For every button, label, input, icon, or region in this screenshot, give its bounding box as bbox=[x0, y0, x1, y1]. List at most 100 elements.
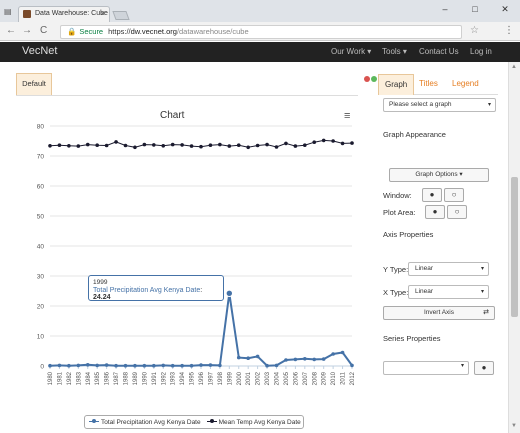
maximize-button[interactable]: □ bbox=[460, 0, 490, 18]
series-point-0 bbox=[180, 363, 184, 368]
swap-icon: ⇄ bbox=[483, 309, 489, 316]
x-type-select[interactable]: Linear ▾ bbox=[408, 285, 489, 299]
bookmark-star-icon[interactable]: ☆ bbox=[470, 25, 479, 36]
tooltip-separator: : bbox=[200, 287, 203, 294]
panel-toggle-icons[interactable] bbox=[364, 76, 377, 82]
x-tick-label: 2010 bbox=[331, 371, 337, 385]
plot-area-color-empty-button[interactable]: ○ bbox=[447, 205, 467, 219]
series-select[interactable]: ▾ bbox=[383, 361, 469, 375]
graph-options-button[interactable]: Graph Options ▾ bbox=[389, 168, 489, 182]
x-tick-label: 1985 bbox=[95, 371, 101, 385]
x-tick-label: 1983 bbox=[76, 371, 82, 385]
series-point-1 bbox=[265, 142, 269, 147]
x-tick-label: 1997 bbox=[208, 371, 214, 385]
scrollbar-thumb[interactable] bbox=[511, 177, 518, 317]
series-point-1 bbox=[123, 143, 128, 148]
series-point-1 bbox=[246, 145, 250, 150]
site-navbar: VecNet Our Work ▾ Tools ▾ Contact Us Log… bbox=[0, 42, 520, 62]
series-point-1 bbox=[274, 145, 279, 149]
chevron-down-icon: ▾ bbox=[460, 363, 464, 369]
tab-titles[interactable]: Titles bbox=[413, 74, 444, 95]
axis-properties-heading: Axis Properties bbox=[383, 230, 434, 239]
x-tick-label: 1982 bbox=[67, 371, 73, 385]
back-button[interactable]: ← bbox=[6, 25, 16, 37]
scroll-up-icon[interactable]: ▲ bbox=[511, 64, 517, 70]
nav-log-in[interactable]: Log in bbox=[470, 47, 492, 56]
series-color-button[interactable]: ● bbox=[474, 361, 494, 375]
graph-select[interactable]: Please select a graph ▾ bbox=[383, 98, 496, 112]
y-tick-label: 80 bbox=[37, 124, 45, 131]
favicon-icon bbox=[23, 10, 31, 18]
nav-our-work[interactable]: Our Work ▾ bbox=[331, 47, 371, 56]
x-tick-label: 1993 bbox=[171, 371, 177, 385]
series-point-1 bbox=[170, 142, 175, 147]
y-type-label: Y Type: bbox=[383, 265, 409, 274]
browser-tab[interactable]: Data Warehouse: Cube × bbox=[18, 6, 110, 22]
window-icon: ▤ bbox=[4, 7, 12, 16]
url-path: /datawarehouse/cube bbox=[176, 27, 249, 36]
series-point-1 bbox=[180, 143, 184, 147]
series-point-0 bbox=[133, 363, 137, 368]
y-tick-label: 70 bbox=[37, 154, 45, 161]
secure-label: Secure bbox=[79, 27, 104, 36]
brand-logo[interactable]: VecNet bbox=[22, 45, 57, 57]
x-tick-label: 1980 bbox=[48, 371, 54, 385]
invert-axis-button[interactable]: Invert Axis ⇄ bbox=[383, 306, 495, 320]
chart-menu-icon[interactable]: ≡ bbox=[344, 110, 350, 122]
series-point-0 bbox=[284, 358, 288, 362]
reload-button[interactable]: C bbox=[40, 25, 47, 37]
series-point-1 bbox=[284, 141, 288, 146]
new-tab-button[interactable] bbox=[112, 11, 130, 20]
tab-legend[interactable]: Legend bbox=[446, 74, 485, 95]
page-scrollbar[interactable]: ▲ ▼ bbox=[508, 62, 520, 433]
legend-item-temperature[interactable]: Mean Temp Avg Kenya Date bbox=[206, 419, 301, 426]
series-point-0 bbox=[189, 363, 194, 368]
x-tick-label: 2011 bbox=[341, 371, 347, 385]
window-color-empty-button[interactable]: ○ bbox=[444, 188, 464, 202]
close-panel-icon[interactable] bbox=[364, 76, 370, 82]
nav-tools[interactable]: Tools ▾ bbox=[382, 47, 407, 56]
series-point-1 bbox=[227, 144, 232, 148]
url-input[interactable]: 🔒 Secure https://dw.vecnet.org/datawarehou… bbox=[60, 25, 462, 39]
window-color-filled-button[interactable]: ● bbox=[422, 188, 442, 202]
tooltip-year: 1999 bbox=[93, 279, 108, 286]
invert-axis-label: Invert Axis bbox=[424, 309, 454, 316]
x-tick-label: 2008 bbox=[312, 371, 318, 385]
graph-settings-panel: Graph Titles Legend Please select a grap… bbox=[364, 70, 504, 433]
series-line-0 bbox=[49, 293, 353, 367]
series-point-0 bbox=[255, 354, 260, 359]
y-tick-label: 20 bbox=[37, 304, 45, 311]
x-tick-label: 2009 bbox=[322, 371, 328, 385]
series-point-1 bbox=[95, 143, 99, 147]
series-point-0 bbox=[114, 363, 118, 368]
tab-close-icon[interactable]: × bbox=[100, 7, 105, 21]
series-point-1 bbox=[142, 142, 147, 147]
series-point-0 bbox=[218, 363, 222, 368]
series-point-0 bbox=[236, 355, 241, 360]
y-tick-label: 10 bbox=[37, 334, 45, 341]
x-tick-label: 1981 bbox=[57, 371, 63, 385]
chart-tooltip: 1999 Total Precipitation Avg Kenya Date:… bbox=[88, 275, 224, 301]
series-point-0 bbox=[199, 363, 203, 367]
y-type-value: Linear bbox=[415, 265, 434, 272]
series-point-0 bbox=[265, 363, 269, 368]
plot-area-label: Plot Area: bbox=[383, 208, 416, 217]
y-tick-label: 50 bbox=[37, 214, 45, 221]
expand-panel-icon[interactable] bbox=[371, 76, 377, 82]
scroll-down-icon[interactable]: ▼ bbox=[511, 423, 517, 429]
nav-contact-us[interactable]: Contact Us bbox=[419, 47, 459, 56]
browser-menu-icon[interactable]: ⋮ bbox=[504, 25, 514, 36]
y-tick-label: 0 bbox=[40, 364, 44, 371]
series-point-1 bbox=[189, 144, 194, 148]
plot-area-color-filled-button[interactable]: ● bbox=[425, 205, 445, 219]
series-point-0 bbox=[246, 356, 250, 361]
minimize-button[interactable]: – bbox=[430, 0, 460, 18]
x-tick-label: 2004 bbox=[275, 371, 281, 385]
close-window-button[interactable]: ✕ bbox=[490, 0, 520, 18]
x-tick-label: 1991 bbox=[152, 371, 158, 385]
tab-graph[interactable]: Graph bbox=[378, 74, 415, 95]
y-type-select[interactable]: Linear ▾ bbox=[408, 262, 489, 276]
series-point-1 bbox=[152, 143, 156, 147]
forward-button[interactable]: → bbox=[22, 25, 32, 37]
legend-item-precipitation[interactable]: Total Precipitation Avg Kenya Date bbox=[89, 419, 201, 426]
